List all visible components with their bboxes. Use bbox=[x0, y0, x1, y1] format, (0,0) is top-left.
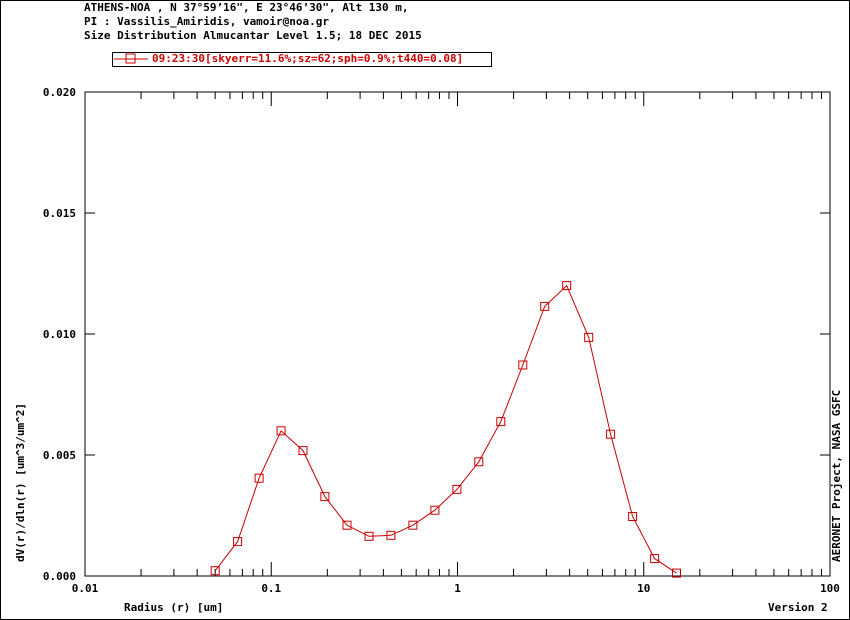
plot-area bbox=[84, 91, 831, 577]
version-label: Version 2 bbox=[768, 601, 828, 614]
y-tick-label: 0.015 bbox=[43, 207, 76, 220]
y-tick-label: 0.000 bbox=[43, 570, 76, 583]
x-tick-label: 10 bbox=[637, 582, 650, 595]
x-axis-title: Radius (r) [um] bbox=[124, 601, 223, 614]
series-line bbox=[214, 284, 677, 574]
y-tick-label: 0.005 bbox=[43, 449, 76, 462]
x-tick-label: 1 bbox=[454, 582, 461, 595]
size-distribution-chart: 0.01 0.1 1 10 100 0.0000.0050.0100.0150.020 … bbox=[14, 86, 843, 614]
y-tick-label: 0.020 bbox=[43, 86, 76, 99]
aeronet-credit-label: AERONET Project, NASA GSFC bbox=[830, 390, 843, 562]
x-axis-ticks: 0.01 0.1 1 10 100 bbox=[72, 92, 840, 595]
x-tick-label: 0.1 bbox=[261, 582, 281, 595]
x-tick-label: 0.01 bbox=[72, 582, 99, 595]
y-axis-title: dV(r)/dln(r) [um^3/um^2] bbox=[14, 403, 27, 562]
x-tick-label: 100 bbox=[820, 582, 840, 595]
y-tick-label: 0.010 bbox=[43, 328, 76, 341]
series-markers bbox=[210, 281, 681, 578]
